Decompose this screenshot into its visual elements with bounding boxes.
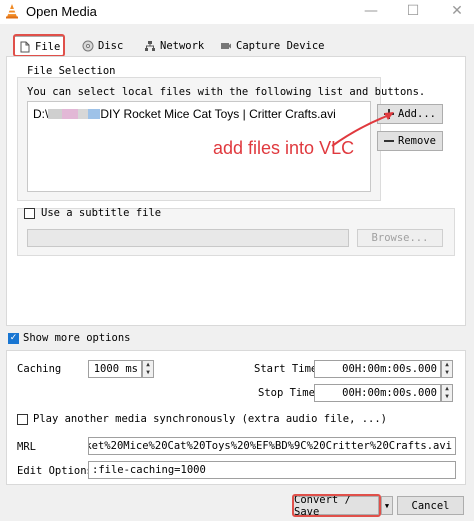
remove-button-label: Remove xyxy=(398,135,436,147)
tab-capture-device-label: Capture Device xyxy=(236,40,325,52)
play-another-media-label: Play another media synchronously (extra … xyxy=(33,413,388,425)
tab-disc-label: Disc xyxy=(98,40,124,52)
mrl-value: DIY%20Rocket%20Mice%20Cat%20Toys%20%EF%B… xyxy=(89,440,452,452)
start-time-label: Start Time xyxy=(254,363,318,375)
caching-label: Caching xyxy=(17,363,62,375)
window-title: Open Media xyxy=(26,4,97,19)
tab-capture-device[interactable]: Capture Device xyxy=(216,36,326,56)
network-icon xyxy=(145,41,155,51)
minimize-button[interactable]: — xyxy=(360,2,382,20)
annotation-text: add files into VLC xyxy=(213,138,355,158)
stop-time-value: 00H:00m:00s.000 xyxy=(342,387,437,399)
cancel-button[interactable]: Cancel xyxy=(397,496,464,515)
start-time-stepper[interactable]: ▲ ▼ xyxy=(441,360,453,378)
browse-button[interactable]: Browse... xyxy=(357,229,443,247)
stop-time-stepper[interactable]: ▲ ▼ xyxy=(441,384,453,402)
stop-time-input[interactable]: 00H:00m:00s.000 xyxy=(314,384,441,402)
vlc-cone-icon xyxy=(6,4,18,19)
file-selection-title: File Selection xyxy=(25,65,118,77)
tab-network-label: Network xyxy=(160,40,205,52)
cancel-button-label: Cancel xyxy=(411,499,450,512)
add-button-label: Add... xyxy=(398,108,436,120)
caching-value: 1000 ms xyxy=(93,363,138,375)
file-selection-hint: You can select local files with the foll… xyxy=(27,86,426,98)
start-time-value: 00H:00m:00s.000 xyxy=(342,363,437,375)
convert-save-highlight xyxy=(292,494,381,517)
file-path-prefix: D:\ xyxy=(33,107,49,121)
tab-network[interactable]: Network xyxy=(140,36,210,56)
file-name: DIY Rocket Mice Cat Toys | Critter Craft… xyxy=(100,107,336,121)
mrl-label: MRL xyxy=(17,441,36,453)
browse-button-label: Browse... xyxy=(371,232,429,244)
list-item[interactable]: D:\ DIY Rocket Mice Cat Toys | Critter Cr… xyxy=(33,107,336,121)
subtitle-checkbox[interactable] xyxy=(24,208,35,219)
caching-stepper[interactable]: ▲ ▼ xyxy=(142,360,154,378)
subtitle-label: Use a subtitle file xyxy=(41,207,162,219)
convert-save-dropdown[interactable]: ▼ xyxy=(381,496,393,515)
edit-options-value: :file-caching=1000 xyxy=(92,464,206,476)
subtitle-path-input[interactable] xyxy=(27,229,349,247)
start-time-input[interactable]: 00H:00m:00s.000 xyxy=(314,360,441,378)
mrl-field[interactable]: DIY%20Rocket%20Mice%20Cat%20Toys%20%EF%B… xyxy=(88,437,456,455)
show-more-options-checkbox[interactable]: ✓ xyxy=(8,333,19,344)
file-tab-highlight xyxy=(13,34,65,57)
edit-options-label: Edit Options xyxy=(17,465,93,477)
edit-options-input[interactable]: :file-caching=1000 xyxy=(88,461,456,479)
play-another-media-checkbox[interactable] xyxy=(17,414,28,425)
capture-device-icon xyxy=(221,43,231,49)
chevron-down-icon: ▼ xyxy=(384,501,390,510)
caching-input[interactable]: 1000 ms xyxy=(88,360,142,378)
title-bar: Open Media — ☐ ✕ xyxy=(0,0,474,24)
disc-icon xyxy=(82,40,94,52)
close-button[interactable]: ✕ xyxy=(446,2,468,20)
tab-disc[interactable]: Disc xyxy=(78,36,134,56)
maximize-button[interactable]: ☐ xyxy=(402,2,424,20)
show-more-options-label: Show more options xyxy=(23,332,131,344)
stop-time-label: Stop Time xyxy=(258,387,315,399)
